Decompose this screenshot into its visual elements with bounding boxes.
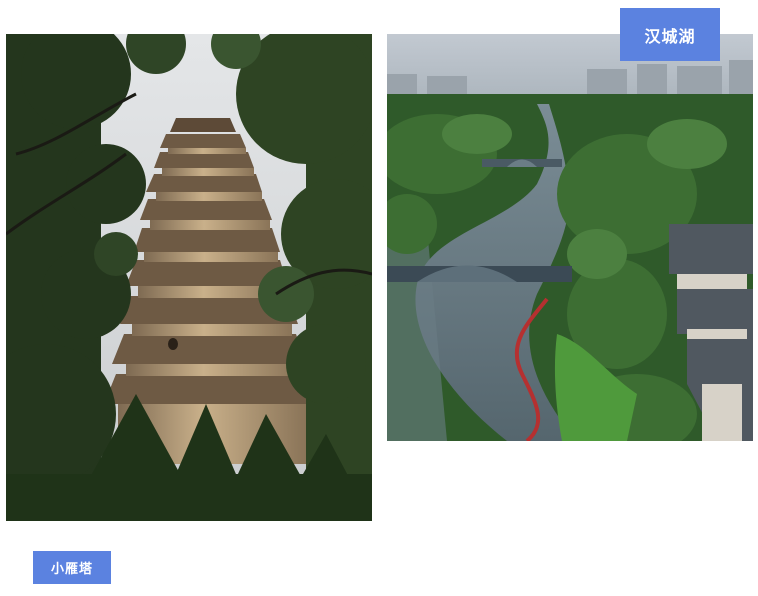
pagoda-photo [6,34,372,521]
lake-photo [387,34,753,441]
caption-small-wild-goose-pagoda: 小雁塔 [33,551,111,584]
caption-hancheng-lake: 汉城湖 [620,8,720,61]
